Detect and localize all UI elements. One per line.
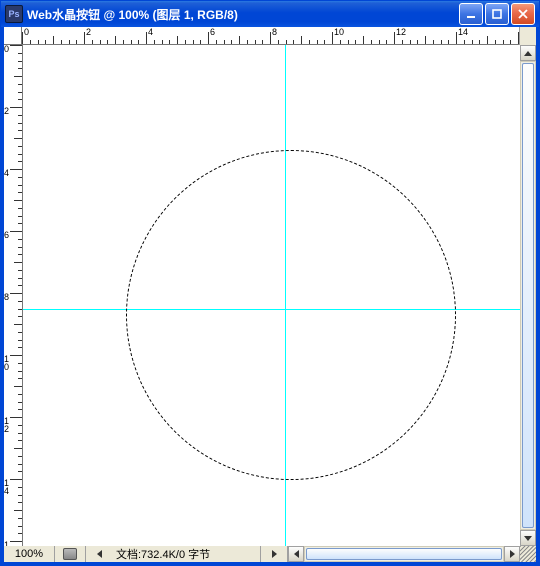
title-bar[interactable]: Ps Web水晶按钮 @ 100% (图层 1, RGB/8) [1, 1, 539, 27]
app-icon: Ps [5, 5, 23, 23]
close-icon [517, 8, 529, 20]
hruler-label: 12 [396, 27, 406, 37]
bottom-scroll-row: 100% 文档:732.4K/0 字节 [4, 546, 536, 562]
hruler-label: 10 [334, 27, 344, 37]
hruler-label: 14 [458, 27, 468, 37]
canvas-row: 0 2 4 6 8 1 0 1 2 1 4 1 6 [4, 45, 536, 546]
vscroll-thumb[interactable] [522, 63, 534, 528]
maximize-button[interactable] [485, 3, 509, 25]
vscroll-track[interactable] [520, 61, 536, 530]
status-expand-left-button[interactable] [86, 546, 112, 562]
triangle-right-icon [272, 550, 277, 558]
hruler-label: 2 [86, 27, 91, 37]
vruler-label: 2 [4, 107, 14, 115]
minimize-button[interactable] [459, 3, 483, 25]
hruler-label: 6 [210, 27, 215, 37]
chevron-down-icon [524, 536, 532, 541]
triangle-left-icon [97, 550, 102, 558]
minimize-icon [465, 8, 477, 20]
chevron-right-icon [510, 550, 515, 558]
vertical-ruler[interactable]: 0 2 4 6 8 1 0 1 2 1 4 1 6 [4, 45, 23, 546]
canvas[interactable] [23, 45, 520, 546]
ruler-cap-right [519, 27, 536, 45]
ruler-row-top: 0246810121416 [4, 27, 536, 45]
vruler-label: 8 [4, 293, 14, 301]
chevron-left-icon [294, 550, 299, 558]
scroll-left-button[interactable] [288, 546, 304, 562]
zoom-level-field[interactable]: 100% [4, 546, 55, 562]
close-button[interactable] [511, 3, 535, 25]
vruler-label: 1 6 [4, 541, 14, 546]
window-title: Web水晶按钮 @ 100% (图层 1, RGB/8) [27, 6, 457, 23]
hscroll-track[interactable] [304, 546, 504, 562]
vertical-scrollbar[interactable] [520, 45, 536, 546]
chevron-up-icon [524, 51, 532, 56]
hruler-label: 0 [24, 27, 29, 37]
vruler-label: 0 [4, 45, 14, 53]
document-window: Ps Web水晶按钮 @ 100% (图层 1, RGB/8) 0 2 4 6 8 10 1… [0, 0, 540, 566]
status-expand-right-button[interactable] [261, 546, 288, 562]
vruler-label: 1 2 [4, 417, 14, 433]
vruler-label: 1 0 [4, 355, 14, 371]
disk-icon [63, 548, 77, 560]
horizontal-ruler[interactable]: 0246810121416 [22, 27, 519, 45]
resize-grip[interactable] [520, 546, 536, 562]
vruler-label: 4 [4, 169, 14, 177]
circular-selection-marquee[interactable] [126, 150, 456, 480]
hruler-label: 4 [148, 27, 153, 37]
document-info[interactable]: 文档:732.4K/0 字节 [112, 546, 261, 562]
hruler-label: 8 [272, 27, 277, 37]
hscroll-thumb[interactable] [306, 548, 502, 560]
scroll-up-button[interactable] [520, 45, 536, 61]
status-disk-icon-cell [55, 546, 86, 562]
vruler-label: 6 [4, 231, 14, 239]
scroll-down-button[interactable] [520, 530, 536, 546]
scroll-right-button[interactable] [504, 546, 520, 562]
vruler-label: 1 4 [4, 479, 14, 495]
maximize-icon [491, 8, 503, 20]
ruler-origin-corner[interactable] [4, 27, 22, 45]
window-buttons [457, 3, 535, 25]
document-inner: 0246810121416 024681 01 21 41 6 100% [1, 27, 539, 565]
